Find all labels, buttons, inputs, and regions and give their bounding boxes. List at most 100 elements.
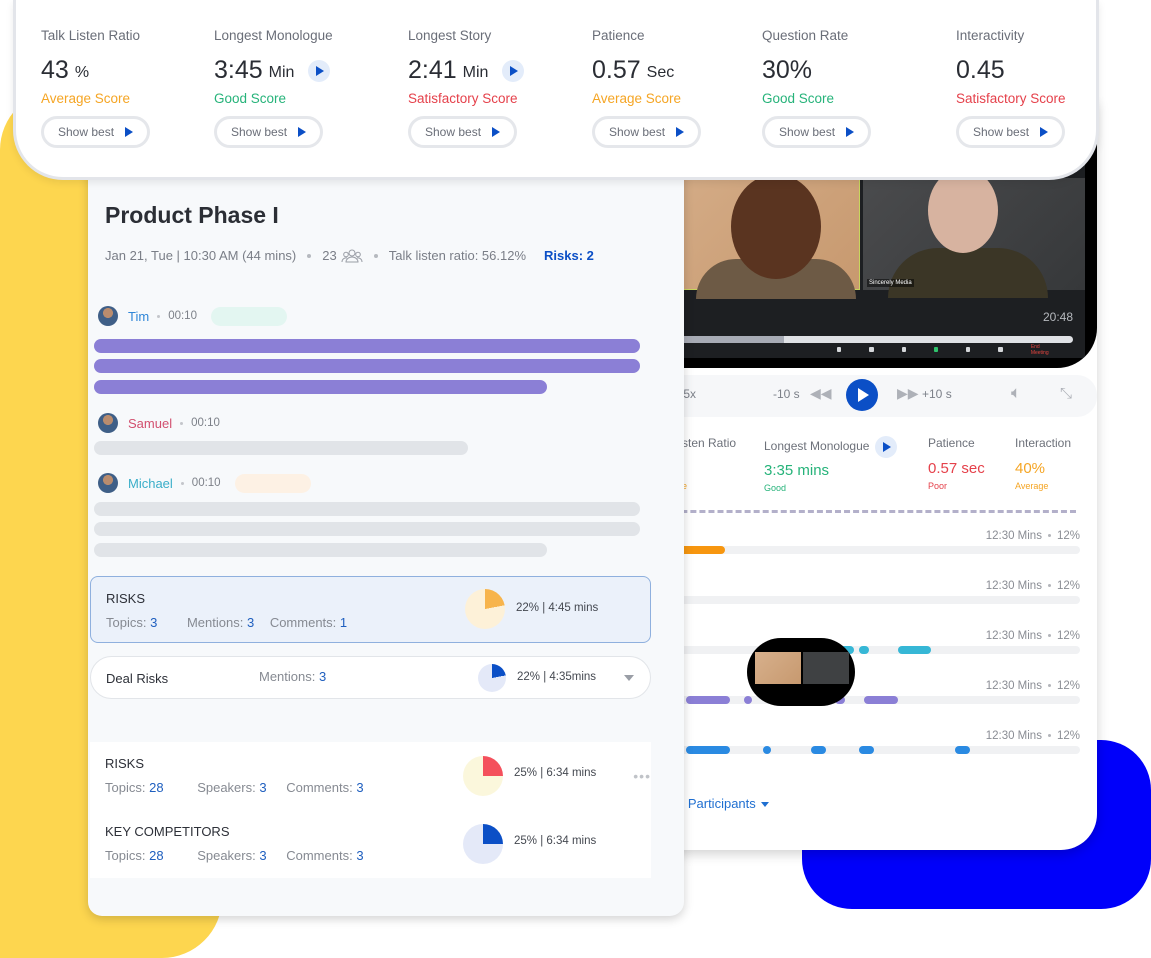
topics-list: RISKS Topics: 28 Speakers: 3 Comments: 3… [90, 742, 651, 878]
speaker-name[interactable]: Samuel [128, 416, 172, 431]
deal-risk-percent-duration: 22% | 4:35mins [517, 671, 597, 683]
avatar [98, 306, 118, 326]
metric-label: Question Rate [762, 28, 849, 43]
timeline-segment[interactable] [763, 746, 772, 754]
chat-icon [901, 347, 906, 352]
speaker-timestamp[interactable]: 00:10 [192, 477, 221, 489]
transcript-speaker: Michael 00:10 [98, 473, 311, 493]
timeline-segment[interactable] [811, 746, 826, 754]
play-icon [492, 127, 501, 137]
show-best-button[interactable]: Show best [41, 116, 151, 148]
risk-percent-duration: 22% | 4:45 mins [516, 602, 599, 614]
metric-unit: Min [462, 64, 489, 81]
card-title: KEY COMPETITORS [105, 824, 230, 839]
metric-label: Talk Listen Ratio [41, 28, 141, 43]
record-icon [966, 347, 971, 352]
metric-longest-story: Longest Story 2:41 Min Satisfactory Score Sh… [408, 28, 525, 148]
metric-label: Longest Monologue [214, 28, 333, 43]
show-best-button[interactable]: Show best [762, 116, 872, 148]
play-icon [298, 127, 307, 137]
metric-longest-monologue: Longest Monologue 3:35 mins Good [764, 436, 898, 493]
volume-icon[interactable]: 🔈︎ [1011, 383, 1021, 403]
metric-longest-monologue: Longest Monologue 3:45 Min Good Score Show b… [214, 28, 333, 148]
timeline-segment[interactable] [864, 696, 898, 704]
metric-question-rate: Question Rate 30% Good Score Show best [762, 28, 872, 148]
speaker-tag [210, 306, 287, 326]
rewind-icon[interactable]: ◀◀ [810, 385, 832, 402]
timeline-segment[interactable] [897, 646, 932, 654]
rewind-label: -10 s [773, 387, 800, 401]
play-icon[interactable] [308, 59, 331, 82]
risk-pie-chart [465, 589, 505, 629]
show-best-button[interactable]: Show best [956, 116, 1066, 148]
forward-label: +10 s [922, 387, 952, 401]
play-icon[interactable] [502, 59, 525, 82]
play-monologue-button[interactable] [875, 436, 898, 458]
play-button[interactable] [846, 379, 878, 411]
metric-value: 30% [762, 56, 813, 84]
meeting-title: Product Phase I [105, 202, 279, 228]
timeline-meta: 12:30 Mins 12% [985, 530, 1080, 542]
timeline-meta: 12:30 Mins 12% [985, 630, 1080, 642]
show-best-button[interactable]: Show best [214, 116, 324, 148]
timeline-segment[interactable] [955, 746, 970, 754]
picture-in-picture-video[interactable] [747, 638, 855, 706]
metric-label: Patience [592, 28, 645, 43]
metric-value: 0.45 [956, 56, 1005, 84]
speaker-timestamp[interactable]: 00:10 [191, 417, 220, 429]
metric-value: 43% [41, 56, 90, 84]
timeline-segment[interactable] [686, 746, 730, 754]
card-stats: Topics: 28 Speakers: 3 Comments: 3 [105, 848, 364, 863]
reactions-icon [998, 347, 1003, 352]
card-title: RISKS [105, 756, 145, 771]
deal-risk-pie-chart [478, 664, 506, 692]
share-screen-icon [933, 347, 939, 352]
card-title: Deal Risks [106, 671, 169, 686]
timeline-meta: 12:30 Mins 12% [985, 580, 1080, 592]
fast-forward-icon[interactable]: ▶▶ [897, 385, 919, 402]
metric-score: Good Score [762, 91, 835, 106]
more-options-icon[interactable]: ••• [633, 768, 651, 784]
participant-video-tile: Sincerely Media [863, 168, 1085, 298]
participant-count: 23 [322, 248, 337, 263]
topic-percent-duration: 25% | 6:34 mins [514, 767, 597, 779]
metric-unit: Sec [646, 64, 675, 81]
transcript-line-placeholder [94, 359, 640, 373]
timeline-segment[interactable] [686, 696, 730, 704]
metric-score: Good Score [214, 91, 287, 106]
metric-unit: Min [268, 64, 295, 81]
talk-listen-ratio: Talk listen ratio: 56.12% [388, 248, 527, 263]
show-best-button[interactable]: Show best [408, 116, 518, 148]
speaker-timestamp[interactable]: 00:10 [168, 310, 197, 322]
chevron-down-icon[interactable] [624, 675, 634, 681]
transcript-line-placeholder [94, 339, 640, 353]
timeline-segment[interactable] [859, 646, 869, 654]
metric-value: 0.57 Sec [592, 56, 675, 84]
speaker-name[interactable]: Tim [128, 309, 149, 324]
meeting-meta: Jan 21, Tue | 10:30 AM (44 mins) 23 Talk… [105, 248, 594, 263]
metric-value: 3:45 Min [214, 56, 333, 85]
participants-dropdown[interactable]: e Participants [677, 796, 769, 811]
timeline-segment[interactable] [859, 746, 874, 754]
speaker-name[interactable]: Michael [128, 476, 173, 491]
mini-participant-tile [803, 652, 849, 684]
fullscreen-icon[interactable]: ⤡ [1060, 385, 1072, 402]
card-stats: Topics: 3 Mentions: 3 Comments: 1 [106, 615, 348, 630]
mini-participant-tile [755, 652, 801, 684]
participant-name-label: Sincerely Media [867, 279, 914, 287]
risks-link[interactable]: Risks: 2 [544, 248, 594, 263]
timeline-meta: 12:30 Mins 12% [985, 730, 1080, 742]
metric-unit: % [74, 64, 90, 81]
transcript-line-placeholder [94, 522, 640, 536]
show-best-button[interactable]: Show best [592, 116, 702, 148]
play-icon [125, 127, 134, 137]
transcript-line-placeholder [94, 441, 468, 455]
metric-score: Satisfactory Score [956, 91, 1066, 106]
card-stats: Topics: 28 Speakers: 3 Comments: 3 [105, 780, 364, 795]
deal-risks-row[interactable]: Deal Risks Mentions: 3 22% | 4:35mins [90, 656, 651, 699]
metric-interaction: Interaction 40% Average [1015, 436, 1072, 491]
risks-summary-card[interactable]: RISKS Topics: 3 Mentions: 3 Comments: 1 … [90, 576, 651, 643]
timeline-segment[interactable] [744, 696, 752, 704]
transcript-speaker: Samuel 00:10 [98, 413, 220, 433]
meeting-panel: Product Phase I Jan 21, Tue | 10:30 AM (… [88, 170, 684, 916]
